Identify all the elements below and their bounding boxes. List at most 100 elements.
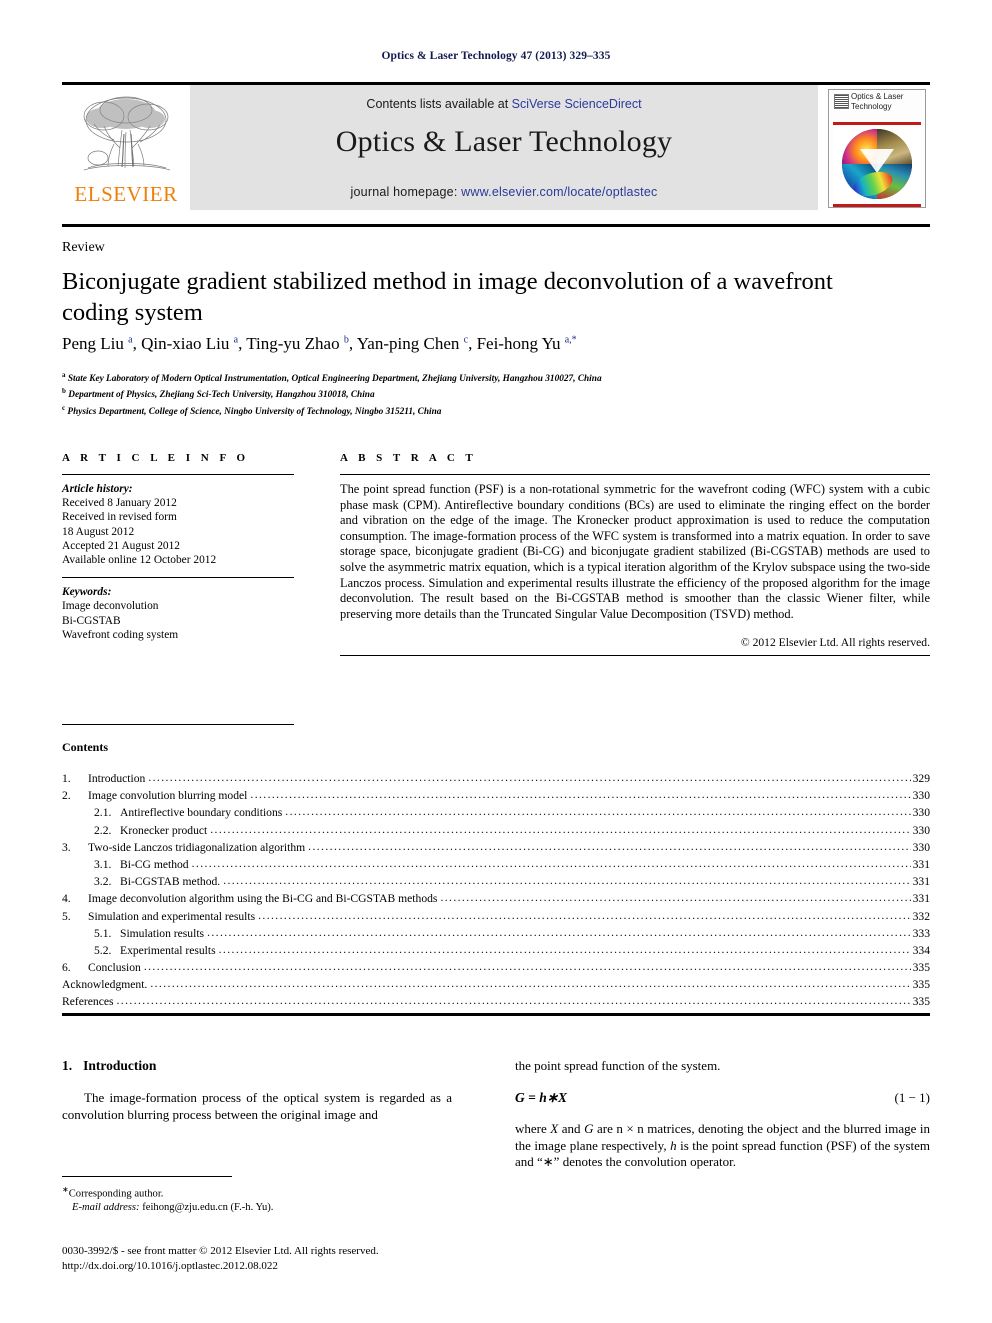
article-history-label: Article history: bbox=[62, 483, 133, 495]
toc-label: References bbox=[62, 995, 114, 1009]
homepage-prefix: journal homepage: bbox=[350, 185, 462, 199]
toc-dot-leader: ........................................… bbox=[210, 822, 911, 836]
toc-number: 3. bbox=[62, 840, 71, 854]
toc-entry[interactable]: 1. Introduction..........................… bbox=[62, 771, 930, 789]
toc-label: Two-side Lanczos tridiagonalization algo… bbox=[88, 840, 306, 854]
toc-page-number: 333 bbox=[912, 926, 930, 940]
journal-homepage-line: journal homepage: www.elsevier.com/locat… bbox=[190, 185, 818, 199]
affiliation-marker: a bbox=[62, 371, 66, 379]
toc-label: Experimental results bbox=[120, 943, 216, 957]
article-head-rule bbox=[62, 224, 930, 227]
toc-label: Acknowledgment. bbox=[62, 978, 148, 992]
author-list: Peng Liu a, Qin-xiao Liu a, Ting-yu Zhao… bbox=[62, 334, 577, 353]
article-type-kicker: Review bbox=[62, 240, 105, 255]
article-history-item: Available online 12 October 2012 bbox=[62, 554, 217, 567]
abstract-heading: A B S T R A C T bbox=[340, 452, 477, 464]
equation-body: G = h∗X bbox=[515, 1089, 568, 1105]
article-history-item: Accepted 21 August 2012 bbox=[62, 539, 180, 552]
toc-number: 3.2. bbox=[94, 875, 112, 889]
keyword-item: Wavefront coding system bbox=[62, 628, 179, 641]
section-number: 1. bbox=[62, 1058, 73, 1073]
toc-page-number: 329 bbox=[912, 772, 930, 785]
toc-entry[interactable]: 3. Two-side Lanczos tridiagonalization al… bbox=[62, 839, 930, 858]
toc-number: 6. bbox=[62, 961, 71, 975]
toc-entry[interactable]: 5.2. Experimental results................… bbox=[62, 943, 930, 961]
page-title: Biconjugate gradient stabilized method i… bbox=[62, 268, 833, 326]
contents-lists-prefix: Contents lists available at bbox=[366, 97, 512, 111]
cover-top-rule bbox=[833, 122, 921, 125]
contents-lists-line: Contents lists available at SciVerse Sci… bbox=[190, 97, 818, 111]
doi-line[interactable]: http://dx.doi.org/10.1016/j.optlastec.20… bbox=[62, 1259, 532, 1274]
toc-entry[interactable]: 3.2. Bi-CGSTAB method....................… bbox=[62, 874, 930, 892]
toc-entry[interactable]: 4. Image deconvolution algorithm using th… bbox=[62, 891, 930, 909]
abstract-rule bbox=[340, 474, 930, 475]
cover-publisher-icon bbox=[834, 94, 849, 109]
toc-entry[interactable]: 3.1. Bi-CG method........................… bbox=[62, 857, 930, 875]
article-info-column: A R T I C L E I N F O Article history: R… bbox=[62, 452, 294, 732]
body-top-rule bbox=[62, 1013, 930, 1016]
toc-label: Simulation results bbox=[120, 926, 205, 940]
journal-masthead: ELSEVIER Contents lists available at Sci… bbox=[62, 82, 930, 210]
toc-label: Bi-CG method bbox=[120, 857, 189, 871]
toc-dot-leader: ........................................… bbox=[207, 925, 911, 939]
cover-bottom-rule bbox=[833, 204, 921, 207]
equation-explanation-paragraph: where X and G are n × n matrices, denoti… bbox=[515, 1120, 930, 1170]
toc-entry[interactable]: 2.1. Antireflective boundary conditions..… bbox=[62, 805, 930, 823]
toc-entry[interactable]: 2.2. Kronecker product...................… bbox=[62, 822, 930, 841]
toc-label: Simulation and experimental results bbox=[88, 909, 256, 923]
abstract-copyright: © 2012 Elsevier Ltd. All rights reserved… bbox=[740, 636, 930, 650]
elsevier-wordmark: ELSEVIER bbox=[74, 182, 178, 206]
toc-page-number: 335 bbox=[912, 978, 930, 992]
asterisk-icon: ∗ bbox=[62, 1185, 69, 1194]
toc-page-number: 330 bbox=[912, 789, 930, 803]
journal-article-page: Optics & Laser Technology 47 (2013) 329–… bbox=[0, 0, 992, 1323]
toc-number: 2.1. bbox=[94, 806, 112, 820]
running-head: Optics & Laser Technology 47 (2013) 329–… bbox=[381, 50, 611, 62]
toc-dot-leader: ........................................… bbox=[308, 839, 910, 853]
affiliation-list: a State Key Laboratory of Modern Optical… bbox=[62, 369, 892, 418]
keywords-block: Keywords: Image deconvolution Bi-CGSTAB Wa… bbox=[62, 585, 294, 642]
toc-entry[interactable]: 2. Image convolution blurring model......… bbox=[62, 788, 930, 806]
keywords-label: Keywords: bbox=[62, 586, 112, 599]
journal-cover-thumbnail: Optics & Laser Technology bbox=[818, 85, 930, 210]
email-value[interactable]: feihong@zju.edu.cn (F.-h. Yu). bbox=[142, 1202, 273, 1213]
article-info-bottom-rule bbox=[62, 724, 294, 726]
article-history-item: Received 8 January 2012 bbox=[62, 497, 177, 510]
toc-page-number: 331 bbox=[912, 875, 930, 889]
toc-page-number: 331 bbox=[912, 892, 930, 906]
affiliation-item: a State Key Laboratory of Modern Optical… bbox=[62, 371, 602, 385]
toc-entry[interactable]: 5.1. Simulation results..................… bbox=[62, 925, 930, 944]
toc-entry[interactable]: 6. Conclusion............................… bbox=[62, 960, 930, 978]
sciencedirect-link[interactable]: SciVerse ScienceDirect bbox=[512, 97, 642, 111]
contents-heading: Contents bbox=[62, 740, 109, 754]
toc-label: Introduction bbox=[88, 772, 146, 785]
toc-page-number: 335 bbox=[912, 995, 930, 1009]
section-heading-introduction: 1. Introduction bbox=[62, 1058, 452, 1074]
affiliation-marker: b bbox=[62, 387, 66, 396]
affiliation-item: b Department of Physics, Zhejiang Sci-Te… bbox=[62, 387, 375, 401]
equation-number: (1 − 1) bbox=[894, 1089, 931, 1105]
article-info-rule bbox=[62, 474, 294, 475]
corresponding-author-text: Corresponding author. bbox=[68, 1188, 164, 1200]
imprint-block: 0030-3992/$ - see front matter © 2012 El… bbox=[62, 1244, 532, 1274]
article-history-item: Received in revised form bbox=[62, 511, 177, 524]
toc-page-number: 330 bbox=[912, 823, 930, 837]
toc-number: 5.1. bbox=[94, 926, 112, 940]
article-history-item: 18 August 2012 bbox=[62, 525, 135, 538]
toc-number: 5. bbox=[62, 909, 71, 923]
keyword-item: Bi-CGSTAB bbox=[62, 614, 121, 627]
article-history-lines: Received 8 January 2012 Received in revis… bbox=[62, 496, 294, 567]
email-note: E-mail address: feihong@zju.edu.cn (F.-h… bbox=[62, 1201, 482, 1215]
toc-number: 1. bbox=[62, 772, 71, 785]
journal-title: Optics & Laser Technology bbox=[335, 125, 673, 158]
toc-entry[interactable]: References..............................… bbox=[62, 994, 930, 1012]
toc-page-number: 330 bbox=[912, 806, 930, 820]
toc-label: Conclusion bbox=[88, 961, 141, 975]
toc-dot-leader: ........................................… bbox=[143, 960, 911, 974]
toc-entry[interactable]: Acknowledgment..........................… bbox=[62, 977, 930, 995]
homepage-url-link[interactable]: www.elsevier.com/locate/optlastec bbox=[461, 185, 657, 199]
toc-dot-leader: ........................................… bbox=[148, 771, 911, 784]
toc-entry[interactable]: 5. Simulation and experimental results...… bbox=[62, 909, 930, 927]
keywords-lines: Image deconvolution Bi-CGSTAB Wavefront co… bbox=[62, 599, 294, 642]
toc-label: Image convolution blurring model bbox=[88, 789, 248, 803]
